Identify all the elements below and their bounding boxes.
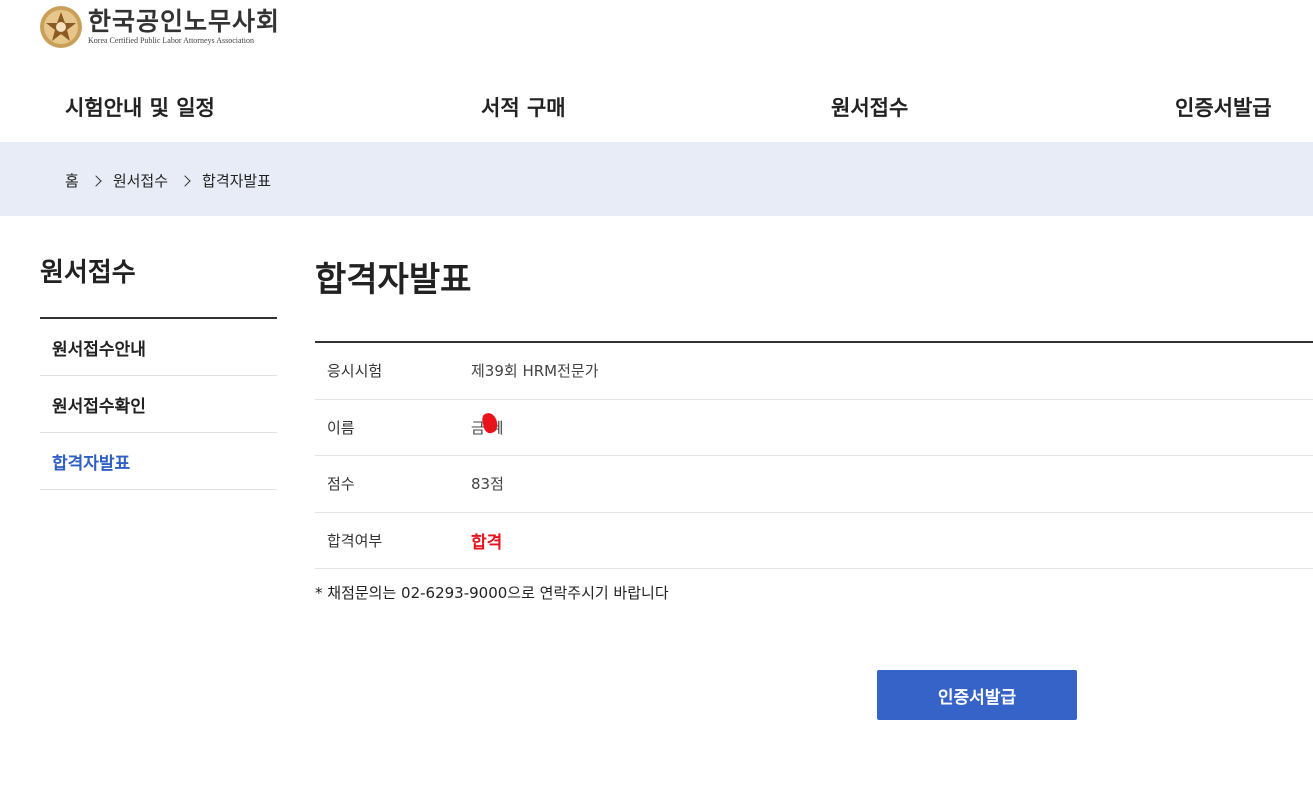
main-navigation: 시험안내 및 일정 서적 구매 원서접수 인증서발급 — [0, 80, 1313, 134]
breadcrumb-home[interactable]: 홈 — [65, 170, 79, 191]
grading-inquiry-note: * 채점문의는 02-6293-9000으로 연락주시기 바랍니다 — [315, 584, 669, 602]
nav-certificate[interactable]: 인증서발급 — [1175, 92, 1272, 122]
row-value-score: 83점 — [471, 475, 504, 494]
row-label-pass: 합격여부 — [327, 531, 383, 550]
site-logo[interactable]: 한국공인노무사회 Korea Certified Public Labor At… — [38, 4, 280, 50]
sidebar-item-application-guide[interactable]: 원서접수안내 — [40, 319, 277, 376]
nav-exam-info[interactable]: 시험안내 및 일정 — [65, 92, 215, 122]
row-value-exam: 제39회 HRM전문가 — [471, 362, 599, 381]
chevron-right-icon — [90, 174, 102, 187]
issue-certificate-button[interactable]: 인증서발급 — [877, 670, 1077, 720]
nav-application[interactable]: 원서접수 — [831, 92, 908, 122]
table-row: 합격여부 합격 — [315, 513, 1313, 569]
page-title: 합격자발표 — [315, 260, 472, 300]
table-row: 점수 83점 — [315, 456, 1313, 513]
logo-title-en: Korea Certified Public Labor Attorneys A… — [88, 36, 254, 45]
row-label-name: 이름 — [327, 418, 355, 437]
sidebar-menu: 원서접수안내 원서접수확인 합격자발표 — [40, 317, 277, 490]
sidebar-item-results[interactable]: 합격자발표 — [40, 433, 277, 490]
row-value-pass: 합격 — [471, 532, 503, 553]
result-table: 응시시험 제39회 HRM전문가 이름 금 혜 점수 83점 합격여부 합격 — [315, 341, 1313, 569]
logo-title-ko: 한국공인노무사회 — [88, 7, 281, 36]
breadcrumb: 홈 원서접수 합격자발표 — [65, 170, 271, 191]
breadcrumb-current[interactable]: 합격자발표 — [202, 170, 271, 191]
breadcrumb-application[interactable]: 원서접수 — [113, 170, 168, 191]
sidebar-title: 원서접수 — [40, 258, 136, 288]
table-row: 이름 금 혜 — [315, 400, 1313, 456]
breadcrumb-bar: 홈 원서접수 합격자발표 — [0, 142, 1313, 216]
association-emblem-icon — [40, 6, 82, 48]
row-label-exam: 응시시험 — [327, 362, 383, 381]
table-row: 응시시험 제39회 HRM전문가 — [315, 343, 1313, 400]
row-value-name-wrap: 금 혜 — [471, 411, 503, 438]
chevron-right-icon — [179, 174, 191, 187]
sidebar-item-application-check[interactable]: 원서접수확인 — [40, 376, 277, 433]
row-label-score: 점수 — [327, 475, 355, 494]
nav-book-purchase[interactable]: 서적 구매 — [481, 92, 566, 122]
